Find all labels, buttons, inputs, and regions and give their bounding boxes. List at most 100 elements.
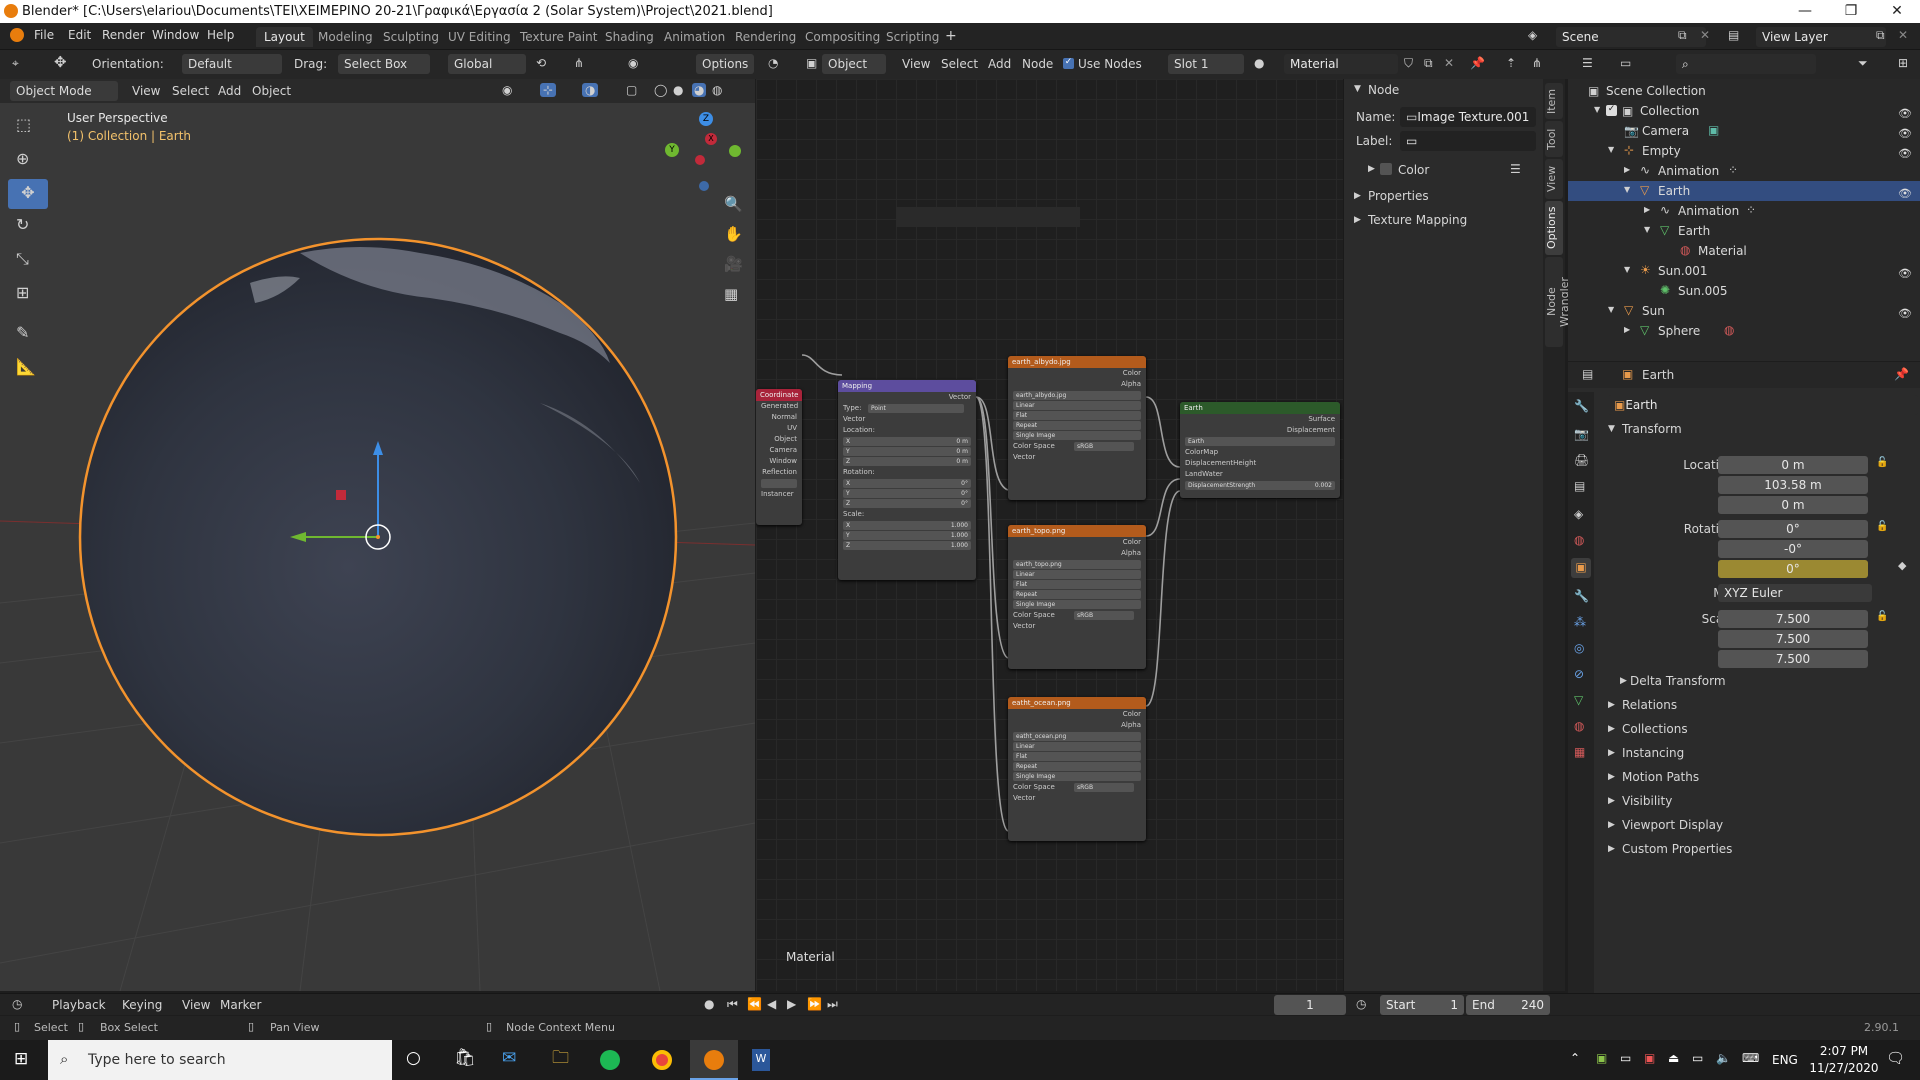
tray-date[interactable]: 11/27/2020 xyxy=(1804,1061,1884,1075)
node-image-texture-topo[interactable]: earth_topo.png Color Alpha earth_topo.pn… xyxy=(1008,525,1146,669)
texture-mapping-expand-icon[interactable]: ▶ xyxy=(1354,216,1361,225)
tex1-interpolation[interactable]: Linear xyxy=(1013,401,1141,410)
menu-edit[interactable]: Edit xyxy=(68,28,91,42)
group-input-colormap[interactable]: ColorMap xyxy=(1180,447,1340,458)
group-input-landwater[interactable]: LandWater xyxy=(1180,469,1340,480)
outliner-display-icon[interactable]: ▭ xyxy=(1620,57,1631,69)
outliner-row-animation[interactable]: ▶ ∿ Animation ⁘ xyxy=(1568,161,1920,181)
visibility-eye-icon[interactable]: 👁 xyxy=(1898,184,1912,200)
mapping-rot-y[interactable]: Y 0° xyxy=(843,489,971,498)
blender-taskbar-item[interactable] xyxy=(690,1040,738,1080)
custom-properties-expand-icon[interactable]: ▶ xyxy=(1608,845,1615,854)
gizmo-neg-z[interactable] xyxy=(699,181,709,191)
data-tab-icon[interactable]: ▽ xyxy=(1574,694,1583,706)
tray-network-icon[interactable]: ▭ xyxy=(1692,1052,1703,1064)
tex2-source[interactable]: Single Image xyxy=(1013,600,1141,609)
visibility-icon[interactable]: ◉ xyxy=(502,84,512,96)
blender-menu-icon[interactable] xyxy=(10,28,24,42)
timeline-menu-playback[interactable]: Playback xyxy=(52,998,106,1012)
mapping-loc-x[interactable]: X0 m xyxy=(843,437,971,446)
outliner-row-scene-collection[interactable]: ▣ Scene Collection xyxy=(1568,81,1920,101)
properties-editor-icon[interactable]: ▤ xyxy=(1582,368,1593,380)
color-presets-icon[interactable]: ☰ xyxy=(1510,163,1521,175)
object-tab-icon[interactable]: ▣ xyxy=(1571,558,1591,578)
color-checkbox[interactable] xyxy=(1380,163,1392,175)
outliner-row-sun-001[interactable]: ▼ ☀ Sun.001 👁 xyxy=(1568,261,1920,281)
mapping-loc-z[interactable]: Z0 m xyxy=(843,457,971,466)
spotify-icon[interactable] xyxy=(600,1050,620,1070)
rotation-mode-dropdown[interactable]: XYZ Euler xyxy=(1718,584,1872,602)
tray-app-icon[interactable]: ▣ xyxy=(1596,1052,1607,1064)
expand-icon[interactable]: ▼ xyxy=(1644,226,1650,234)
outliner-row-camera[interactable]: 📷 Camera ▣ 👁 xyxy=(1568,121,1920,141)
mapping-scale-z[interactable]: Z 1.000 xyxy=(843,541,971,550)
outliner-editor-icon[interactable]: ☰ xyxy=(1582,57,1593,69)
timeline-menu-marker[interactable]: Marker xyxy=(220,998,261,1012)
texture-tab-icon[interactable]: ▦ xyxy=(1574,746,1585,758)
outliner-row-sun-005[interactable]: ✺ Sun.005 xyxy=(1568,281,1920,301)
store-icon[interactable]: 🛍 xyxy=(454,1050,476,1067)
expand-icon[interactable]: ▼ xyxy=(1624,186,1630,194)
gizmo-z[interactable]: Z xyxy=(699,112,713,126)
particles-tab-icon[interactable]: ⁂ xyxy=(1574,616,1586,628)
move-tool-button-icon[interactable]: ✥ xyxy=(8,179,48,209)
tex2-projection[interactable]: Flat xyxy=(1013,580,1141,589)
node-label-field[interactable]: ▭ xyxy=(1400,131,1536,151)
group-displacement-strength[interactable]: DisplacementStrength 0.002 xyxy=(1185,481,1335,490)
expand-icon[interactable]: ▼ xyxy=(1608,146,1614,154)
tex3-source[interactable]: Single Image xyxy=(1013,772,1141,781)
lock-icon[interactable]: 🔓 xyxy=(1876,522,1888,532)
color-expand-icon[interactable]: ▶ xyxy=(1368,165,1375,174)
pan-hand-icon[interactable]: ✋ xyxy=(724,227,743,242)
orientation-dropdown[interactable]: Default xyxy=(182,54,282,74)
workspace-tab-texture-paint[interactable]: Texture Paint xyxy=(512,27,605,47)
modifier-tab-icon[interactable]: 🔧 xyxy=(1574,590,1589,602)
shader-type-dropdown[interactable]: Object xyxy=(822,54,886,74)
transform-tool-icon[interactable]: ⊞ xyxy=(16,285,29,301)
tray-time[interactable]: 2:07 PM xyxy=(1814,1044,1874,1058)
visibility-eye-icon[interactable]: 👁 xyxy=(1898,264,1912,280)
tex3-output-alpha[interactable]: Alpha xyxy=(1008,720,1146,731)
mapping-type-dropdown[interactable]: Point xyxy=(868,404,964,413)
unlink-material-icon[interactable]: ✕ xyxy=(1444,57,1454,69)
menu-help[interactable]: Help xyxy=(207,28,234,42)
texture-mapping-section[interactable]: Texture Mapping xyxy=(1368,213,1467,227)
tex2-colorspace[interactable]: sRGB xyxy=(1074,611,1134,620)
jump-start-icon[interactable]: ⏮ xyxy=(727,998,738,1010)
options-dropdown[interactable]: Options xyxy=(696,54,754,74)
tab-options[interactable]: Options xyxy=(1545,201,1563,255)
coord-output-window[interactable]: Window xyxy=(756,456,802,467)
3d-viewport[interactable]: Object Mode View Select Add Object ◉ ⊹ ◑… xyxy=(0,79,755,991)
visibility-expand-icon[interactable]: ▶ xyxy=(1608,797,1615,806)
expand-icon[interactable]: ▶ xyxy=(1624,166,1630,174)
new-view-layer-icon[interactable]: ⧉ xyxy=(1876,29,1885,41)
timeline-menu-keying[interactable]: Keying xyxy=(122,998,162,1012)
measure-tool-icon[interactable]: 📐 xyxy=(16,359,36,375)
node-menu-add[interactable]: Add xyxy=(988,57,1011,71)
rotation-y-field[interactable]: -0° xyxy=(1718,540,1868,558)
group-output-surface[interactable]: Surface xyxy=(1180,414,1340,425)
gizmo-y[interactable]: Y xyxy=(665,143,679,157)
tray-language[interactable]: ENG xyxy=(1772,1053,1798,1067)
pin-icon[interactable]: 📌 xyxy=(1470,57,1485,69)
properties-section[interactable]: Properties xyxy=(1368,189,1429,203)
jump-end-icon[interactable]: ⏭ xyxy=(827,998,838,1010)
viewport-display-section[interactable]: Viewport Display xyxy=(1622,818,1723,832)
delta-transform-section[interactable]: Delta Transform xyxy=(1630,674,1726,688)
visibility-eye-icon[interactable]: 👁 xyxy=(1898,144,1912,160)
instancing-expand-icon[interactable]: ▶ xyxy=(1608,749,1615,758)
play-reverse-icon[interactable]: ◀ xyxy=(767,998,776,1010)
workspace-tab-modeling[interactable]: Modeling xyxy=(310,27,381,47)
keyframe-diamond-icon[interactable]: ◆ xyxy=(1898,560,1906,571)
tab-item[interactable]: Item xyxy=(1545,83,1563,119)
outliner-search-input[interactable]: ⌕ xyxy=(1676,54,1816,74)
zoom-icon[interactable]: 🔍 xyxy=(724,197,743,212)
annotate-tool-icon[interactable]: ✎ xyxy=(16,325,29,341)
tex3-projection[interactable]: Flat xyxy=(1013,752,1141,761)
overlay-toggle-icon[interactable]: ◑ xyxy=(582,83,599,97)
workspace-tab-animation[interactable]: Animation xyxy=(656,27,733,47)
outliner-row-material[interactable]: ◍ Material xyxy=(1568,241,1920,261)
expand-icon[interactable]: ▼ xyxy=(1594,106,1600,114)
new-scene-icon[interactable]: ⧉ xyxy=(1678,29,1687,41)
custom-properties-section[interactable]: Custom Properties xyxy=(1622,842,1732,856)
